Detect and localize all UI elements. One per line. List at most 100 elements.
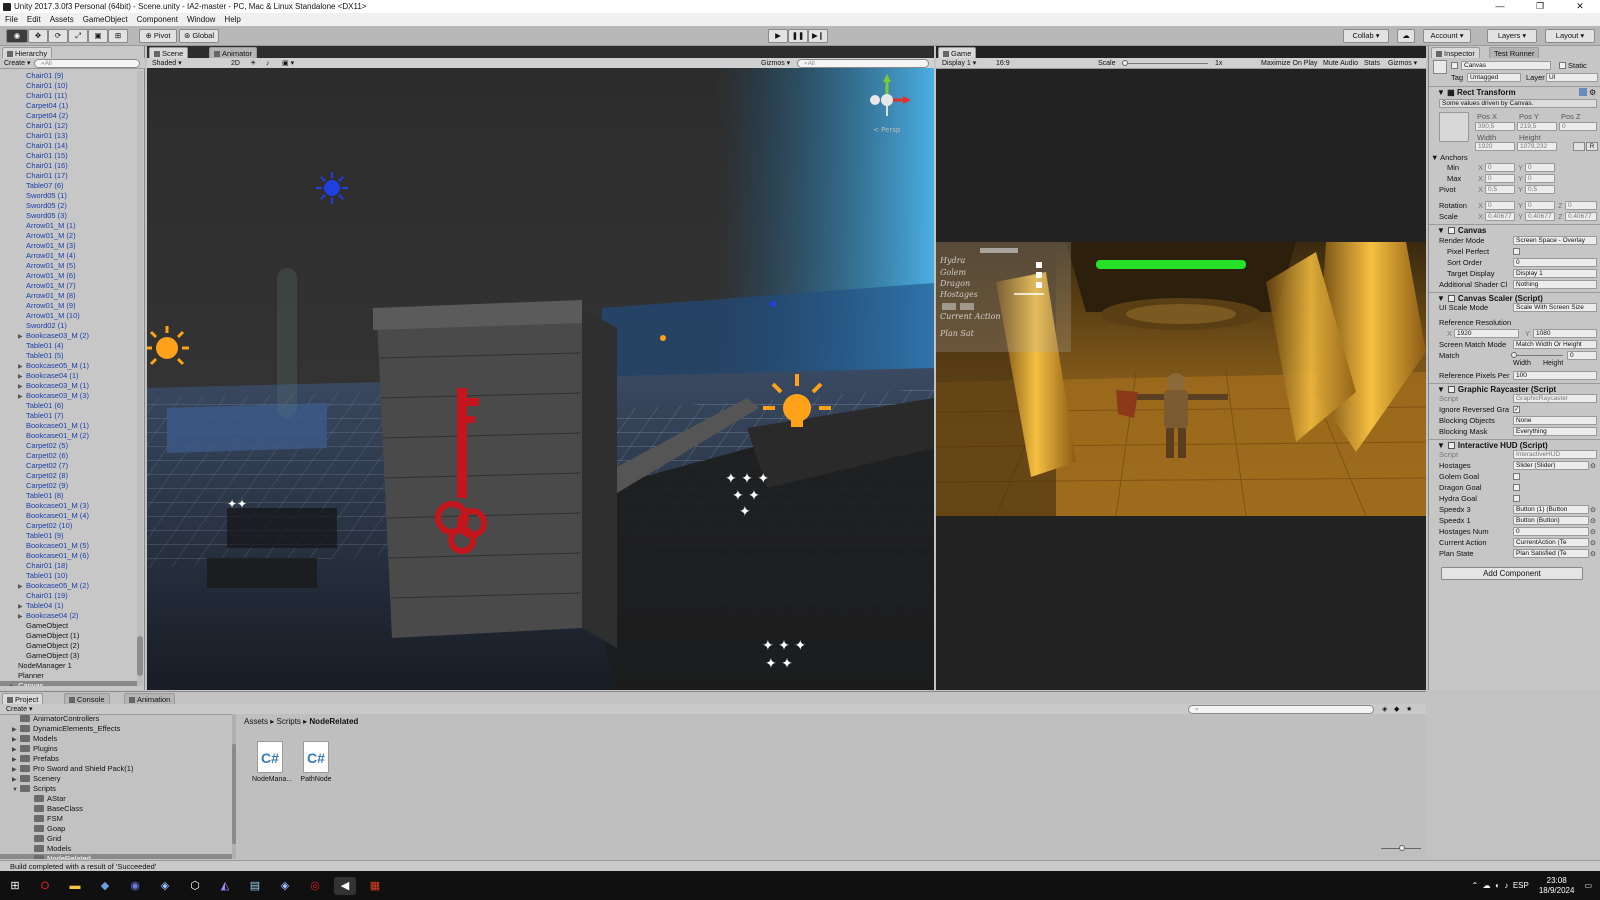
- step-button[interactable]: ▶❙: [808, 29, 828, 43]
- filter-label-button[interactable]: ◆: [1394, 705, 1399, 714]
- scale-tool-button[interactable]: ⤢: [68, 29, 88, 43]
- discord-icon[interactable]: ◉: [124, 877, 146, 895]
- target-display-dropdown[interactable]: Display 1: [1513, 269, 1597, 278]
- hierarchy-item[interactable]: ▶ Bookcase05_M (1): [0, 361, 138, 371]
- object-name-field[interactable]: Canvas: [1461, 61, 1551, 70]
- anchor-presets-button[interactable]: [1439, 112, 1469, 142]
- hierarchy-item[interactable]: Arrow01_M (8): [0, 291, 138, 301]
- hierarchy-item[interactable]: ▶ Bookcase03_M (3): [0, 391, 138, 401]
- project-folder[interactable]: Goap: [0, 824, 232, 834]
- aspect-dropdown[interactable]: 16:9: [996, 59, 1010, 68]
- rect-transform-header[interactable]: ▼ ▦ Rect Transform: [1429, 86, 1600, 97]
- hierarchy-item[interactable]: Chair01 (11): [0, 91, 138, 101]
- project-folder[interactable]: Grid: [0, 834, 232, 844]
- maximize-button[interactable]: ❐: [1520, 0, 1560, 13]
- shading-mode-dropdown[interactable]: Shaded ▾: [152, 59, 222, 68]
- hierarchy-item[interactable]: Arrow01_M (4): [0, 251, 138, 261]
- menu-file[interactable]: File: [5, 15, 18, 24]
- scene-search-input[interactable]: ⌕All: [797, 59, 929, 68]
- hierarchy-item[interactable]: Sword05 (3): [0, 211, 138, 221]
- canvas-component-header[interactable]: ▼ Canvas: [1429, 224, 1600, 235]
- pos-z-field[interactable]: 0: [1559, 122, 1597, 131]
- pivot-x[interactable]: 0,5: [1485, 185, 1515, 194]
- steam-app-icon[interactable]: ◈: [274, 877, 296, 895]
- object-picker-icon[interactable]: ⊙: [1590, 462, 1596, 470]
- hierarchy-item[interactable]: Arrow01_M (5): [0, 261, 138, 271]
- scale-z[interactable]: 0,40677: [1565, 212, 1597, 221]
- anchor-min-y[interactable]: 0: [1525, 163, 1555, 172]
- notepad-icon[interactable]: ▤: [244, 877, 266, 895]
- hierarchy-item[interactable]: NodeManager 1: [0, 661, 138, 671]
- hand-tool-button[interactable]: ◉: [6, 29, 28, 43]
- tab-project[interactable]: Project: [2, 693, 44, 704]
- menu-gameobject[interactable]: GameObject: [83, 15, 128, 24]
- hierarchy-item[interactable]: Table01 (6): [0, 401, 138, 411]
- scale-slider-thumb[interactable]: [1122, 60, 1128, 66]
- anchor-min-x[interactable]: 0: [1485, 163, 1515, 172]
- scene-gizmos-dropdown[interactable]: Gizmos ▾: [761, 59, 790, 68]
- hierarchy-item[interactable]: Carpet04 (1): [0, 101, 138, 111]
- hierarchy-item[interactable]: Bookcase01_M (3): [0, 501, 138, 511]
- hierarchy-item[interactable]: GameObject (3): [0, 651, 138, 661]
- unity-editor-icon[interactable]: ◀: [334, 876, 356, 895]
- tab-game[interactable]: Game: [938, 47, 977, 58]
- audio-toggle[interactable]: ♪: [266, 59, 270, 68]
- hierarchy-item[interactable]: GameObject: [0, 621, 138, 631]
- icon-size-slider[interactable]: [1381, 845, 1421, 851]
- rect-tool-button[interactable]: ▣: [88, 29, 108, 43]
- expand-arrow-icon[interactable]: ▶: [18, 602, 26, 611]
- help-icon[interactable]: [1579, 88, 1587, 96]
- scale-slider[interactable]: [1122, 60, 1208, 66]
- hierarchy-item[interactable]: Chair01 (10): [0, 81, 138, 91]
- play-button[interactable]: ▶: [768, 29, 788, 43]
- expand-arrow-icon[interactable]: ▶: [18, 612, 26, 621]
- hierarchy-item[interactable]: Chair01 (13): [0, 131, 138, 141]
- tray-overflow-icon[interactable]: ⌃: [1471, 881, 1478, 890]
- ui-scale-mode-dropdown[interactable]: Scale With Screen Size: [1513, 303, 1597, 312]
- anchor-max-x[interactable]: 0: [1485, 174, 1515, 183]
- hierarchy-item[interactable]: Carpet02 (7): [0, 461, 138, 471]
- hierarchy-item[interactable]: Table07 (6): [0, 181, 138, 191]
- tab-test-runner[interactable]: Test Runner: [1489, 47, 1540, 58]
- tab-animator[interactable]: Animator: [209, 47, 258, 58]
- display-dropdown[interactable]: Display 1 ▾: [942, 59, 976, 68]
- hierarchy-item[interactable]: Chair01 (17): [0, 171, 138, 181]
- hierarchy-item-selected[interactable]: ▶Canvas: [0, 681, 138, 686]
- hierarchy-item[interactable]: Arrow01_M (6): [0, 271, 138, 281]
- hud-field-value[interactable]: Plan Satisfied (Te: [1513, 549, 1589, 558]
- opera-icon[interactable]: O: [34, 877, 56, 895]
- hud-field-checkbox[interactable]: [1513, 473, 1520, 480]
- project-folder[interactable]: ▶ DynamicElements_Effects: [0, 724, 232, 734]
- hierarchy-item[interactable]: Arrow01_M (7): [0, 281, 138, 291]
- filter-type-button[interactable]: ◈: [1382, 705, 1387, 714]
- hierarchy-item[interactable]: Table01 (10): [0, 571, 138, 581]
- hierarchy-item[interactable]: Sword02 (1): [0, 321, 138, 331]
- hierarchy-item[interactable]: Carpet02 (8): [0, 471, 138, 481]
- blocking-objects-dropdown[interactable]: None: [1513, 416, 1597, 425]
- project-folder[interactable]: ▶ Plugins: [0, 744, 232, 754]
- project-folder[interactable]: ▶ Scenery: [0, 774, 232, 784]
- cloud-icon[interactable]: ☁: [1483, 881, 1491, 890]
- object-picker-icon[interactable]: ⊙: [1590, 528, 1596, 536]
- anchor-max-y[interactable]: 0: [1525, 174, 1555, 183]
- steam-icon[interactable]: ◈: [154, 877, 176, 895]
- hierarchy-item[interactable]: ▶ Bookcase03_M (2): [0, 331, 138, 341]
- hierarchy-item[interactable]: Chair01 (19): [0, 591, 138, 601]
- hierarchy-item[interactable]: Carpet02 (9): [0, 481, 138, 491]
- component-enabled-checkbox[interactable]: [1447, 386, 1455, 393]
- menu-component[interactable]: Component: [137, 15, 178, 24]
- hud-field-value[interactable]: Slider (Slider): [1513, 461, 1589, 470]
- project-folder[interactable]: BaseClass: [0, 804, 232, 814]
- hierarchy-item[interactable]: Chair01 (18): [0, 561, 138, 571]
- rotation-x[interactable]: 0: [1485, 201, 1515, 210]
- scale-y[interactable]: 0,40677: [1525, 212, 1555, 221]
- close-button[interactable]: ✕: [1560, 0, 1600, 13]
- component-enabled-checkbox[interactable]: [1447, 227, 1455, 234]
- component-enabled-checkbox[interactable]: [1447, 295, 1455, 302]
- rotation-y[interactable]: 0: [1525, 201, 1555, 210]
- scene-viewport[interactable]: ✦ ✦ ✦ ✦ ✦ ✦ ✦ ✦ ✦ ✦ ✦ ✦✦ < Persp: [147, 68, 934, 690]
- hierarchy-item[interactable]: GameObject (1): [0, 631, 138, 641]
- icon-size-slider-thumb[interactable]: [1399, 845, 1405, 851]
- expand-arrow-icon[interactable]: ▶: [18, 392, 26, 401]
- hierarchy-scrollbar[interactable]: [137, 71, 143, 686]
